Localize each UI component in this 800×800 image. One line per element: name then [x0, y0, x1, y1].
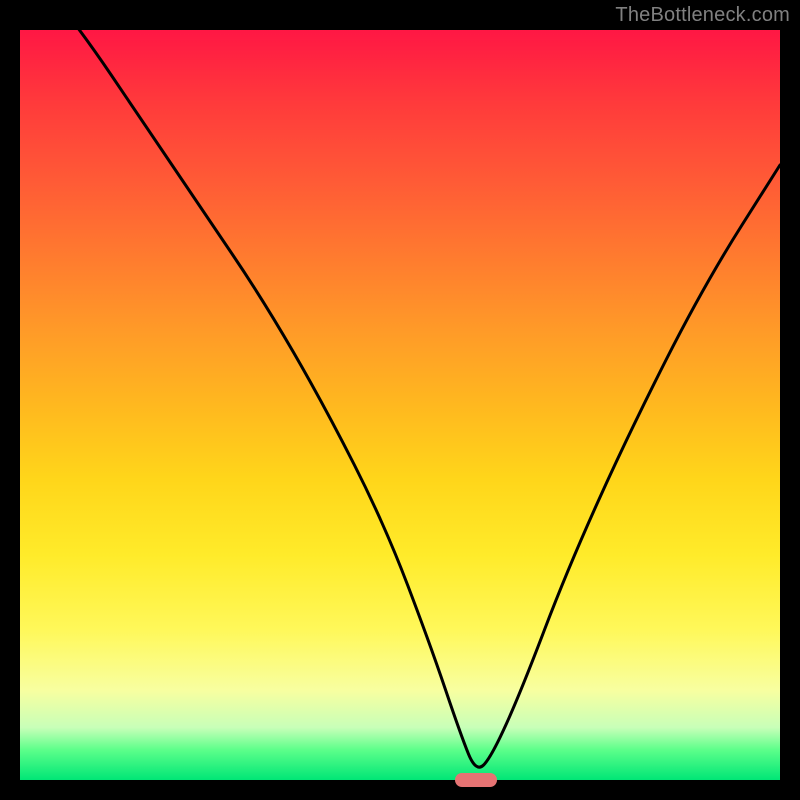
watermark-text: TheBottleneck.com — [615, 4, 790, 27]
plot-area — [20, 30, 780, 780]
bottleneck-curve — [20, 30, 780, 780]
curve-path — [20, 30, 780, 767]
chart-frame: TheBottleneck.com — [0, 0, 800, 800]
minimum-marker — [455, 773, 497, 787]
